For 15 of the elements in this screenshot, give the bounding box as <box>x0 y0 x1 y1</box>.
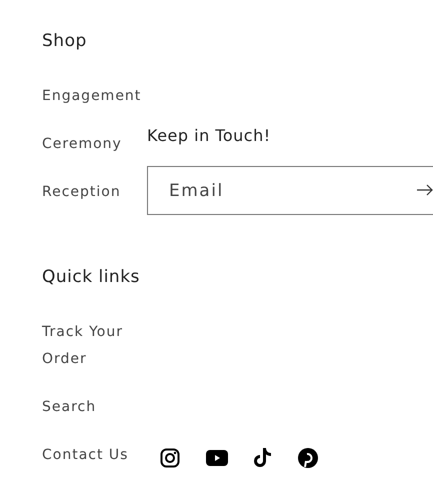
camera-icon[interactable] <box>160 448 180 468</box>
email-field[interactable]: Email <box>147 166 433 215</box>
pin-logo-icon[interactable] <box>298 448 318 468</box>
newsletter-heading: Keep in Touch! <box>147 125 272 147</box>
footer-link[interactable]: Search <box>42 394 137 421</box>
footer-link[interactable]: Contact Us <box>42 442 137 469</box>
section-heading: Quick links <box>42 266 140 289</box>
section-heading: Shop <box>42 30 87 53</box>
arrow-icon[interactable] <box>417 184 433 196</box>
footer-link[interactable]: Ceremony <box>42 131 122 158</box>
music-note-icon[interactable] <box>254 448 272 468</box>
footer-link[interactable]: Engagement <box>42 83 142 110</box>
play-icon[interactable] <box>206 450 228 466</box>
footer-link[interactable]: Track Your Order <box>42 319 137 373</box>
footer-link[interactable]: Reception <box>42 179 121 206</box>
